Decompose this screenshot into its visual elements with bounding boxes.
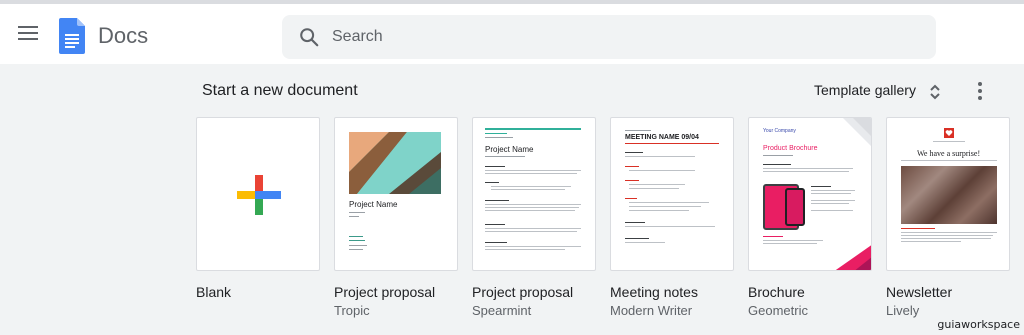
- docs-logo-icon[interactable]: [59, 18, 85, 54]
- template-name: Blank: [196, 284, 232, 300]
- plus-icon: [237, 175, 281, 215]
- newsletter-photo: [901, 166, 997, 224]
- search-input[interactable]: [332, 15, 892, 59]
- thumb-title: We have a surprise!: [917, 149, 981, 158]
- template-subtitle: Spearmint: [472, 303, 532, 318]
- template-name: Project proposal: [334, 284, 436, 300]
- product-image-2: [785, 188, 805, 226]
- template-subtitle: Lively: [886, 303, 920, 318]
- app-header: Docs: [0, 0, 1024, 64]
- template-gallery-section: Start a new document Template gallery Bl…: [0, 64, 1024, 335]
- thumb-title: Product Brochure: [763, 145, 818, 152]
- more-options-icon[interactable]: [974, 80, 986, 102]
- watermark-text: guiaworkspace: [937, 318, 1020, 331]
- thumb-title: Project Name: [349, 200, 398, 209]
- template-name: Newsletter: [886, 284, 953, 300]
- hamburger-menu-icon[interactable]: [18, 26, 38, 42]
- template-tile-brochure[interactable]: Your Company Product Brochure Brochure G…: [748, 117, 872, 318]
- heart-icon: [944, 128, 954, 138]
- template-tile-project-proposal-tropic[interactable]: Project Name Project proposal Tropic: [334, 117, 458, 318]
- app-title[interactable]: Docs: [98, 23, 148, 49]
- template-thumbnail-brochure[interactable]: Your Company Product Brochure: [748, 117, 872, 271]
- template-tile-newsletter[interactable]: We have a surprise! Newsletter Lively: [886, 117, 1010, 318]
- search-bar[interactable]: [282, 15, 936, 59]
- thumb-title: MEETING NAME 09/04: [625, 134, 699, 141]
- template-name: Meeting notes: [610, 284, 698, 300]
- template-name: Brochure: [748, 284, 805, 300]
- template-subtitle: Modern Writer: [610, 303, 693, 318]
- template-name: Project proposal: [472, 284, 574, 300]
- tropic-cover-art: [349, 132, 441, 194]
- thumb-title: Project Name: [485, 145, 534, 154]
- template-tile-project-proposal-spearmint[interactable]: Project Name Project proposal Spearmint: [472, 117, 596, 318]
- template-gallery-button[interactable]: Template gallery: [814, 82, 916, 98]
- start-new-document-heading: Start a new document: [202, 82, 358, 99]
- thumb-company: Your Company: [763, 128, 796, 134]
- template-thumbnail-newsletter[interactable]: We have a surprise!: [886, 117, 1010, 271]
- template-thumbnail-tropic[interactable]: Project Name: [334, 117, 458, 271]
- template-tile-meeting-notes[interactable]: MEETING NAME 09/04 Meeting notes Modern …: [610, 117, 734, 318]
- template-thumbnail-blank[interactable]: [196, 117, 320, 271]
- template-subtitle: Geometric: [748, 303, 808, 318]
- search-icon[interactable]: [298, 26, 320, 48]
- unfold-more-icon[interactable]: [928, 82, 942, 102]
- template-tile-blank[interactable]: Blank: [196, 117, 320, 303]
- template-thumbnail-spearmint[interactable]: Project Name: [472, 117, 596, 271]
- template-subtitle: Tropic: [334, 303, 370, 318]
- template-thumbnail-meeting-notes[interactable]: MEETING NAME 09/04: [610, 117, 734, 271]
